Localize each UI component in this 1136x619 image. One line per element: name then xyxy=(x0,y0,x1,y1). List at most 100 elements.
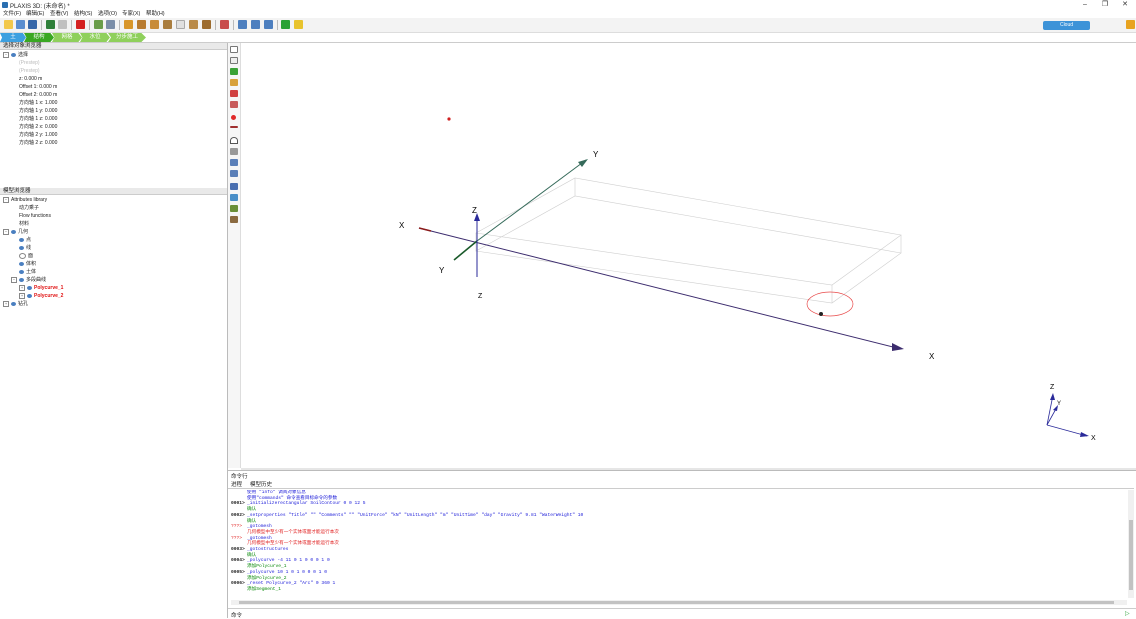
tab-mesh[interactable]: 网格 xyxy=(52,33,82,42)
visibility-icon[interactable] xyxy=(11,229,16,234)
surface-icon[interactable] xyxy=(230,148,238,155)
material-icon[interactable] xyxy=(163,20,172,29)
snap-icon[interactable] xyxy=(176,20,185,29)
tab-soil[interactable]: 土 xyxy=(0,33,26,42)
polycurve-icon[interactable] xyxy=(230,137,238,144)
geometry-point[interactable] xyxy=(447,117,451,121)
menu-help[interactable]: 帮助(H) xyxy=(146,10,165,18)
visibility-icon[interactable] xyxy=(19,245,24,250)
tree-polycurve-2[interactable]: + Polycurve_2 xyxy=(3,292,63,300)
collapse-icon[interactable]: − xyxy=(3,196,9,203)
model-viewport[interactable]: X X Y Y Z Z X Z Y xyxy=(241,43,1136,468)
delete-icon[interactable] xyxy=(76,20,85,29)
tree-polycurve-1[interactable]: + Polycurve_1 xyxy=(3,284,63,292)
tree-surfaces[interactable]: 面 xyxy=(3,252,63,260)
menu-expert[interactable]: 专家(X) xyxy=(122,10,140,18)
notification-icon[interactable] xyxy=(1126,20,1135,29)
line-load-icon[interactable] xyxy=(230,170,238,177)
create-point-icon[interactable] xyxy=(230,79,238,86)
move-icon[interactable] xyxy=(230,68,238,75)
expand-icon[interactable]: + xyxy=(19,292,25,299)
tree-materials[interactable]: 材料 xyxy=(3,220,63,228)
tree-flow-functions[interactable]: Flow functions xyxy=(3,212,63,220)
menu-edit[interactable]: 编辑(E) xyxy=(26,10,44,18)
visibility-icon[interactable] xyxy=(19,261,24,266)
visibility-icon[interactable] xyxy=(19,277,24,282)
tree-attributes-library[interactable]: − Attributes library xyxy=(3,196,63,204)
polycurve-start-point[interactable] xyxy=(819,312,823,316)
line-icon[interactable] xyxy=(230,126,238,128)
volume-icon[interactable] xyxy=(230,183,238,190)
log-vertical-scrollbar[interactable] xyxy=(1128,490,1134,598)
polycurve-arc[interactable] xyxy=(806,291,854,317)
rectangle-select-icon[interactable] xyxy=(230,57,238,64)
visibility-icon[interactable] xyxy=(19,237,24,242)
close-button[interactable]: ✕ xyxy=(1114,0,1136,10)
visibility-icon[interactable] xyxy=(19,269,24,274)
create-borehole-icon[interactable] xyxy=(137,20,146,29)
undo-icon[interactable] xyxy=(46,20,55,29)
copy-icon[interactable] xyxy=(94,20,103,29)
new-project-icon[interactable] xyxy=(4,20,13,29)
tunnel-icon[interactable] xyxy=(230,194,238,201)
zoom-window-icon[interactable] xyxy=(264,20,273,29)
soil-layer-icon[interactable] xyxy=(150,20,159,29)
tree-dynamic-multipliers[interactable]: 动力乘子 xyxy=(3,204,63,212)
surface-load-icon[interactable] xyxy=(230,159,238,166)
add-icon[interactable] xyxy=(281,20,290,29)
open-project-icon[interactable] xyxy=(16,20,25,29)
minimize-button[interactable]: – xyxy=(1074,0,1096,10)
tree-soil-volumes[interactable]: 土体 xyxy=(3,268,63,276)
table-icon[interactable] xyxy=(189,20,198,29)
zoom-in-icon[interactable] xyxy=(238,20,247,29)
zoom-out-icon[interactable] xyxy=(251,20,260,29)
tree-geometry[interactable]: − 几何 xyxy=(3,228,63,236)
menu-file[interactable]: 文件(F) xyxy=(3,10,21,18)
scroll-thumb[interactable] xyxy=(239,601,1114,604)
tab-water-levels[interactable]: 水位 xyxy=(80,33,110,42)
log-horizontal-scrollbar[interactable] xyxy=(231,600,1127,605)
tree-lines[interactable]: 线 xyxy=(3,244,63,252)
scroll-thumb[interactable] xyxy=(1129,520,1133,590)
print-icon[interactable] xyxy=(106,20,115,29)
import-geometry-icon[interactable] xyxy=(124,20,133,29)
redo-icon[interactable] xyxy=(58,20,67,29)
save-project-icon[interactable] xyxy=(28,20,37,29)
structures-icon[interactable] xyxy=(202,20,211,29)
collapse-icon[interactable]: − xyxy=(11,276,17,283)
collapse-icon[interactable]: − xyxy=(3,228,9,235)
visibility-icon[interactable] xyxy=(11,52,16,57)
tab-model-history[interactable]: 模型历史 xyxy=(250,480,272,488)
expand-icon[interactable]: + xyxy=(19,284,25,291)
array-icon[interactable] xyxy=(230,101,238,108)
menu-options[interactable]: 选项(O) xyxy=(98,10,117,18)
restore-button[interactable]: ❐ xyxy=(1094,0,1116,10)
visibility-icon[interactable] xyxy=(27,285,32,290)
tree-polycurves[interactable]: − 多段曲线 xyxy=(3,276,63,284)
expand-icon[interactable]: + xyxy=(3,300,9,307)
command-input[interactable] xyxy=(256,610,1122,616)
create-line-icon[interactable] xyxy=(230,90,238,97)
collapse-icon[interactable]: − xyxy=(3,51,9,58)
visibility-icon[interactable] xyxy=(19,252,26,259)
viewport-canvas[interactable]: X X Y Y Z Z X Z Y xyxy=(241,43,1136,468)
visibility-icon[interactable] xyxy=(11,301,16,306)
tree-boreholes[interactable]: + 钻孔 xyxy=(3,300,63,308)
light-icon[interactable] xyxy=(294,20,303,29)
select-icon[interactable] xyxy=(230,46,238,53)
run-command-icon[interactable]: ▷ xyxy=(1125,610,1130,617)
show-model-icon[interactable] xyxy=(220,20,229,29)
tab-structures[interactable]: 结构 xyxy=(24,33,54,42)
tree-points[interactable]: 点 xyxy=(3,236,63,244)
menu-view[interactable]: 查看(V) xyxy=(50,10,68,18)
selection-item: 方向轴 2 x: 0.000 xyxy=(19,124,58,130)
tree-volumes[interactable]: 体积 xyxy=(3,260,63,268)
point-icon[interactable] xyxy=(231,115,236,120)
selection-root[interactable]: − 选择 xyxy=(3,51,28,59)
visibility-icon[interactable] xyxy=(27,293,32,298)
menu-structure[interactable]: 结构(S) xyxy=(74,10,92,18)
tab-staged-construction[interactable]: 分步施工 xyxy=(108,33,146,42)
cloud-badge[interactable]: Cloud xyxy=(1043,21,1090,30)
well-icon[interactable] xyxy=(230,205,238,212)
embedded-beam-icon[interactable] xyxy=(230,216,238,223)
